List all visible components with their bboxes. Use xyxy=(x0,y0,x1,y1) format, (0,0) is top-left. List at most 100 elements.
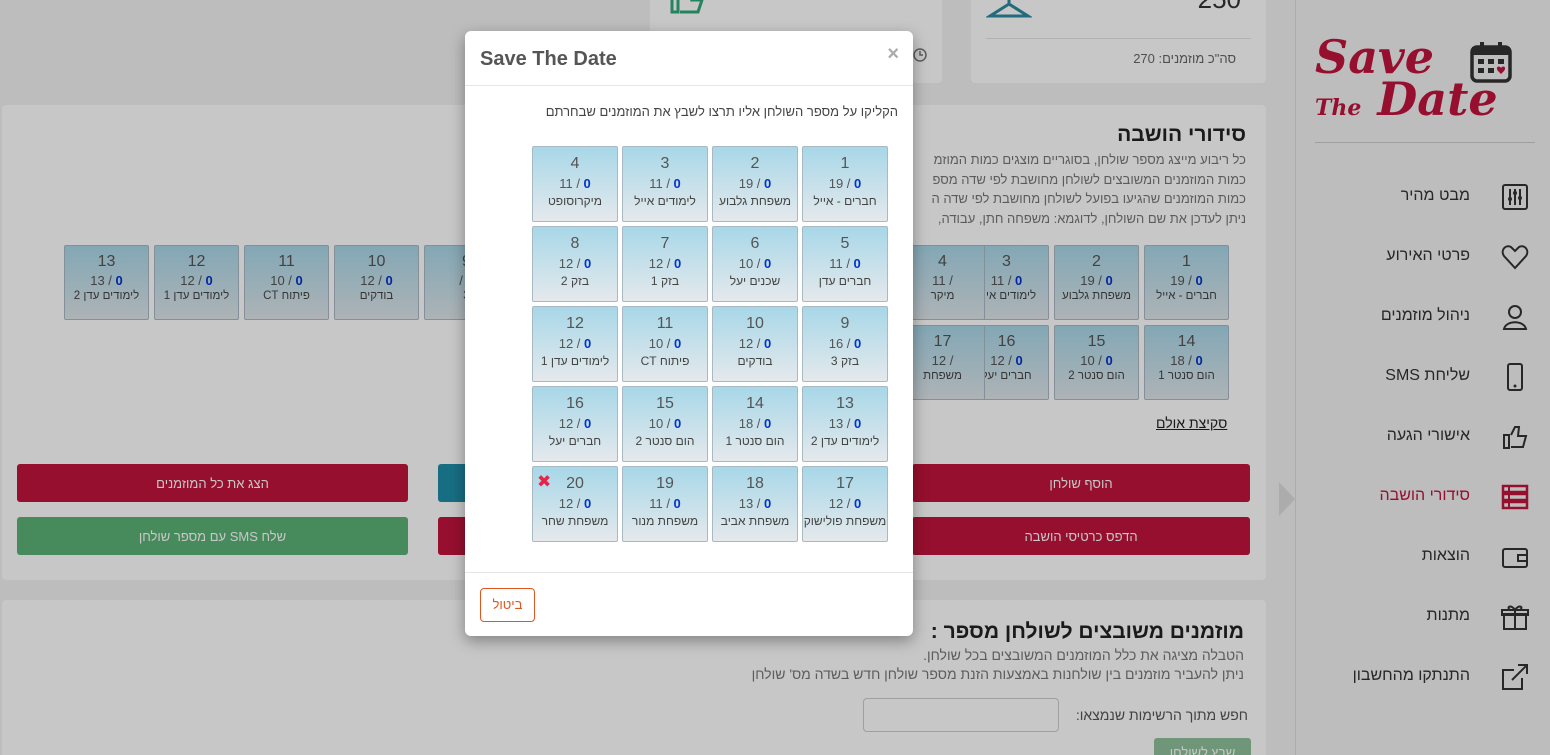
table-name: שכנים יעל xyxy=(729,274,781,288)
table-capacity: 19 xyxy=(738,176,754,191)
table-capacity: 10 xyxy=(648,336,664,351)
table-number: 14 xyxy=(746,395,764,412)
modal-table-option[interactable]: 17 0 / 12 משפחת פולישוק xyxy=(802,466,888,542)
table-count: 0 / 19 xyxy=(738,176,772,191)
modal-table-option[interactable]: 2 0 / 19 משפחת גלבוע xyxy=(712,146,798,222)
table-name: משפחת גלבוע xyxy=(719,194,791,208)
table-capacity: 12 xyxy=(828,496,844,511)
seated-count: 0 xyxy=(584,416,592,431)
table-capacity: 19 xyxy=(828,176,844,191)
table-count: 0 / 10 xyxy=(648,336,682,351)
seated-count: 0 xyxy=(854,176,862,191)
table-number: 7 xyxy=(660,235,670,252)
modal-table-option[interactable]: 5 0 / 11 חברים עדן xyxy=(802,226,888,302)
table-capacity: 18 xyxy=(738,416,754,431)
table-capacity: 12 xyxy=(558,256,574,271)
modal-table-option[interactable]: 1 0 / 19 חברים - אייל xyxy=(802,146,888,222)
table-capacity: 12 xyxy=(558,496,574,511)
table-name: חברים יעל xyxy=(548,434,602,448)
table-capacity: 11 xyxy=(649,496,663,511)
table-count: 0 / 12 xyxy=(558,496,592,511)
modal-table-option[interactable]: 11 0 / 10 פיתוח CT xyxy=(622,306,708,382)
modal-footer-divider xyxy=(465,572,913,573)
seated-count: 0 xyxy=(854,496,862,511)
table-name: הום סנטר 2 xyxy=(635,434,695,448)
modal-table-option[interactable]: 19 0 / 11 משפחת מנור xyxy=(622,466,708,542)
table-number: 6 xyxy=(750,235,760,252)
table-number: 4 xyxy=(570,155,580,172)
modal-table-option[interactable]: 10 0 / 12 בודקים xyxy=(712,306,798,382)
table-number: 5 xyxy=(840,235,850,252)
seated-count: 0 xyxy=(674,336,682,351)
table-number: 18 xyxy=(746,475,764,492)
table-number: 2 xyxy=(750,155,760,172)
table-capacity: 12 xyxy=(558,336,574,351)
modal-table-option[interactable]: 9 0 / 16 בזק 3 xyxy=(802,306,888,382)
table-capacity: 12 xyxy=(648,256,664,271)
table-count: 0 / 13 xyxy=(828,416,862,431)
modal-table-option[interactable]: 8 0 / 12 בזק 2 xyxy=(532,226,618,302)
table-name: חברים עדן xyxy=(818,274,872,288)
table-capacity: 10 xyxy=(738,256,754,271)
table-capacity: 12 xyxy=(738,336,754,351)
table-name: הום סנטר 1 xyxy=(725,434,785,448)
modal-table-option[interactable]: 18 0 / 13 משפחת אביב xyxy=(712,466,798,542)
table-name: בודקים xyxy=(737,354,773,368)
table-count: 0 / 10 xyxy=(738,256,772,271)
table-name: בזק 3 xyxy=(830,354,860,368)
table-count: 0 / 12 xyxy=(828,496,862,511)
modal-table-option[interactable]: ✖ 20 0 / 12 משפחת שחר xyxy=(532,466,618,542)
table-capacity: 10 xyxy=(648,416,664,431)
table-count: 0 / 11 xyxy=(649,176,681,191)
seated-count: 0 xyxy=(854,416,862,431)
close-icon[interactable]: × xyxy=(887,43,899,66)
table-count: 0 / 12 xyxy=(558,416,592,431)
modal-table-option[interactable]: 6 0 / 10 שכנים יעל xyxy=(712,226,798,302)
table-name: בזק 1 xyxy=(650,274,680,288)
table-number: 9 xyxy=(840,315,850,332)
table-number: 11 xyxy=(656,315,674,332)
seated-count: 0 xyxy=(764,336,772,351)
table-number: 16 xyxy=(566,395,584,412)
table-count: 0 / 12 xyxy=(558,336,592,351)
table-number: 15 xyxy=(656,395,674,412)
table-name: לימודים עדן 1 xyxy=(540,354,610,368)
table-count: 0 / 11 xyxy=(649,496,681,511)
table-number: 13 xyxy=(836,395,854,412)
seated-count: 0 xyxy=(764,496,772,511)
table-name: חברים - אייל xyxy=(813,194,877,208)
table-count: 0 / 12 xyxy=(558,256,592,271)
seated-count: 0 xyxy=(673,496,681,511)
modal-table-option[interactable]: 15 0 / 10 הום סנטר 2 xyxy=(622,386,708,462)
seated-count: 0 xyxy=(583,176,591,191)
seated-count: 0 xyxy=(674,416,682,431)
seated-count: 0 xyxy=(584,336,592,351)
table-capacity: 13 xyxy=(738,496,754,511)
table-name: לימודים עדן 2 xyxy=(810,434,880,448)
table-capacity: 12 xyxy=(558,416,574,431)
modal-table-option[interactable]: 13 0 / 13 לימודים עדן 2 xyxy=(802,386,888,462)
seated-count: 0 xyxy=(674,256,682,271)
table-number: 8 xyxy=(570,235,580,252)
table-number: 3 xyxy=(660,155,670,172)
modal-table-option[interactable]: 7 0 / 12 בזק 1 xyxy=(622,226,708,302)
modal-table-option[interactable]: 14 0 / 18 הום סנטר 1 xyxy=(712,386,798,462)
seated-count: 0 xyxy=(673,176,681,191)
modal-table-option[interactable]: 16 0 / 12 חברים יעל xyxy=(532,386,618,462)
table-capacity: 16 xyxy=(828,336,844,351)
cancel-button[interactable]: ביטול xyxy=(480,588,535,622)
modal-table-option[interactable]: 4 0 / 11 מיקרוסופט xyxy=(532,146,618,222)
table-name: מיקרוסופט xyxy=(547,194,603,208)
delete-table-icon[interactable]: ✖ xyxy=(537,472,551,492)
table-count: 0 / 13 xyxy=(738,496,772,511)
table-count: 0 / 12 xyxy=(648,256,682,271)
table-count: 0 / 10 xyxy=(648,416,682,431)
table-count: 0 / 16 xyxy=(828,336,862,351)
table-number: 10 xyxy=(746,315,764,332)
modal-table-option[interactable]: 12 0 / 12 לימודים עדן 1 xyxy=(532,306,618,382)
modal-table-option[interactable]: 3 0 / 11 לימודים אייל xyxy=(622,146,708,222)
table-name: משפחת שחר xyxy=(541,514,609,528)
table-capacity: 11 xyxy=(829,256,843,271)
table-count: 0 / 18 xyxy=(738,416,772,431)
seated-count: 0 xyxy=(853,256,861,271)
